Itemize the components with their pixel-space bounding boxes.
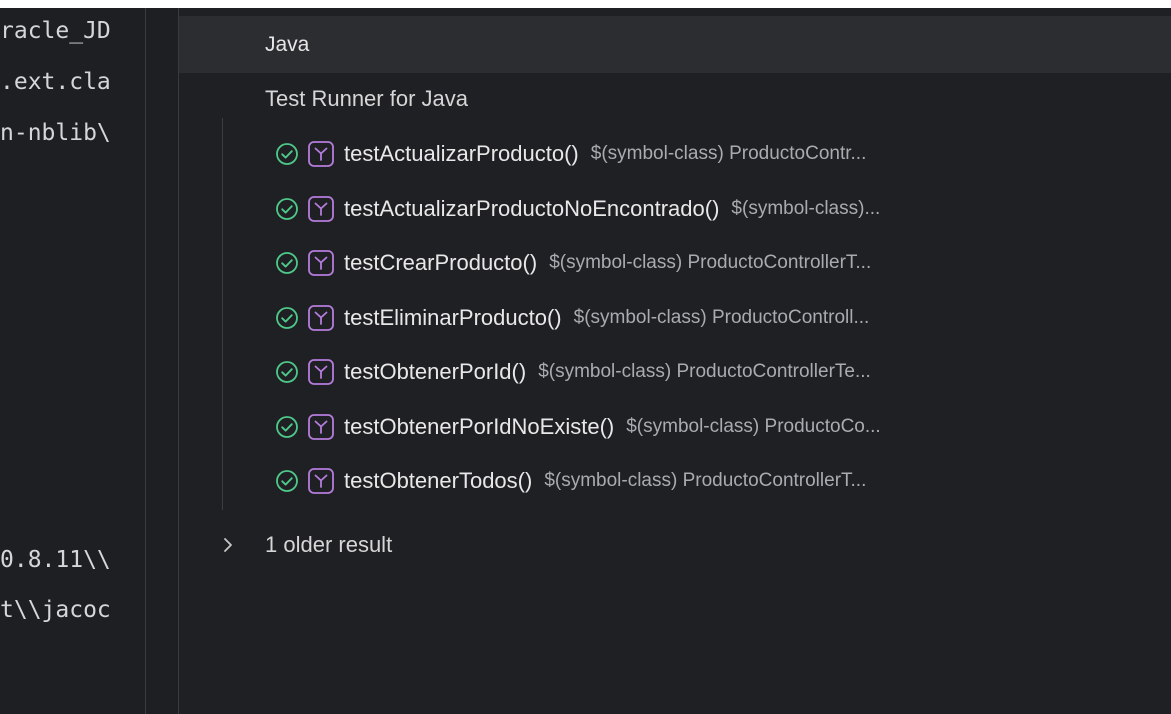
- panel-header[interactable]: Java: [179, 16, 1171, 73]
- panel-title: Java: [265, 33, 310, 56]
- beaker-icon: [308, 304, 334, 331]
- code-editor[interactable]: racle_JD .ext.cla n-nblib\ 0.8.11\\ t\\j…: [0, 8, 178, 714]
- test-description: $(symbol-class) ProductoCo...: [626, 415, 881, 437]
- check-circle-icon: [276, 415, 298, 438]
- test-item[interactable]: testObtenerTodos() $(symbol-class) Produc…: [275, 454, 1165, 508]
- test-name: testActualizarProducto(): [344, 141, 579, 166]
- test-name: testObtenerPorId(): [344, 359, 527, 384]
- check-circle-icon: [276, 306, 298, 329]
- code-line: n-nblib\: [0, 120, 111, 146]
- check-circle-icon: [276, 197, 298, 220]
- test-description: $(symbol-class) ProductoContr...: [590, 143, 867, 164]
- indent-guide: [145, 8, 146, 714]
- chevron-right-icon: [224, 538, 232, 552]
- beaker-icon: [308, 359, 334, 385]
- test-description: $(symbol-class) ProductoControllerTe...: [538, 361, 871, 382]
- test-description: $(symbol-class) ProductoControllerT...: [549, 252, 872, 273]
- test-description: $(symbol-class) ProductoControll...: [573, 306, 870, 328]
- test-item[interactable]: testObtenerPorId() $(symbol-class) Produc…: [275, 345, 1165, 399]
- check-circle-icon: [276, 252, 298, 274]
- test-name: testEliminarProducto(): [344, 304, 562, 330]
- beaker-icon: [308, 413, 334, 440]
- window: racle_JD .ext.cla n-nblib\ 0.8.11\\ t\\j…: [0, 0, 1171, 714]
- test-item[interactable]: testActualizarProductoNoEncontrado() $(sy…: [275, 182, 1165, 236]
- beaker-icon: [308, 195, 334, 222]
- test-item[interactable]: testCrearProducto() $(symbol-class) Produ…: [275, 236, 1165, 290]
- test-name: testObtenerTodos(): [344, 468, 533, 493]
- beaker-icon: [308, 468, 334, 494]
- test-item[interactable]: testObtenerPorIdNoExiste() $(symbol-class…: [275, 400, 1165, 454]
- beaker-icon: [308, 141, 334, 167]
- test-name: testActualizarProductoNoEncontrado(): [344, 195, 720, 221]
- code-line: .ext.cla: [0, 69, 111, 95]
- check-circle-icon: [276, 470, 298, 492]
- beaker-icon: [308, 250, 334, 276]
- test-description: $(symbol-class) ProductoControllerT...: [544, 470, 867, 491]
- test-description: $(symbol-class)...: [731, 197, 881, 219]
- older-results-item[interactable]: 1 older result: [219, 521, 392, 569]
- test-name: testObtenerPorIdNoExiste(): [344, 413, 615, 439]
- test-item[interactable]: testActualizarProducto() $(symbol-class) …: [275, 127, 1165, 181]
- top-edge: [0, 0, 1171, 8]
- code-line: 0.8.11\\: [0, 547, 111, 573]
- tree-guide: [222, 118, 223, 510]
- test-item[interactable]: testEliminarProducto() $(symbol-class) Pr…: [275, 291, 1165, 345]
- test-results-panel: Java Test Runner for Java testActualizar…: [179, 8, 1171, 714]
- code-line: t\\jacoc: [0, 597, 111, 623]
- check-circle-icon: [276, 361, 298, 383]
- code-line: racle_JD: [0, 18, 111, 44]
- group-label: Test Runner for Java: [265, 86, 468, 111]
- check-circle-icon: [276, 143, 298, 165]
- test-name: testCrearProducto(): [344, 250, 538, 275]
- older-results-label: 1 older result: [265, 532, 393, 557]
